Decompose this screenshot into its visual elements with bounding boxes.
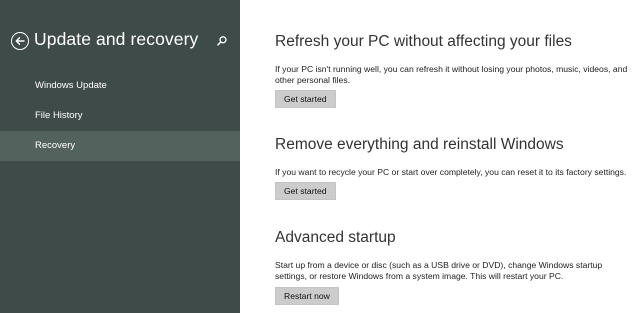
- reset-get-started-button[interactable]: Get started: [275, 182, 336, 200]
- refresh-get-started-button[interactable]: Get started: [275, 90, 336, 108]
- search-icon[interactable]: [216, 34, 228, 46]
- advanced-startup-description: Start up from a device or disc (such as …: [275, 260, 603, 281]
- main-content: Refresh your PC without affecting your f…: [275, 0, 635, 313]
- sidebar-item-file-history[interactable]: File History: [0, 101, 240, 131]
- restart-now-button[interactable]: Restart now: [275, 287, 339, 305]
- sidebar-title: Update and recovery: [34, 29, 199, 49]
- sidebar-header: Update and recovery: [11, 29, 231, 55]
- advanced-startup-title: Advanced startup: [275, 229, 396, 246]
- reset-section-title: Remove everything and reinstall Windows: [275, 136, 564, 153]
- refresh-section-description: If your PC isn't running well, you can r…: [275, 64, 628, 85]
- reset-section-description: If you want to recycle your PC or start …: [275, 167, 627, 177]
- refresh-section-title: Refresh your PC without affecting your f…: [275, 33, 572, 50]
- back-arrow-icon[interactable]: [11, 32, 29, 50]
- sidebar-item-recovery[interactable]: Recovery: [0, 131, 240, 161]
- sidebar-item-windows-update[interactable]: Windows Update: [0, 71, 240, 101]
- sidebar: Update and recovery Windows Update File …: [0, 0, 240, 313]
